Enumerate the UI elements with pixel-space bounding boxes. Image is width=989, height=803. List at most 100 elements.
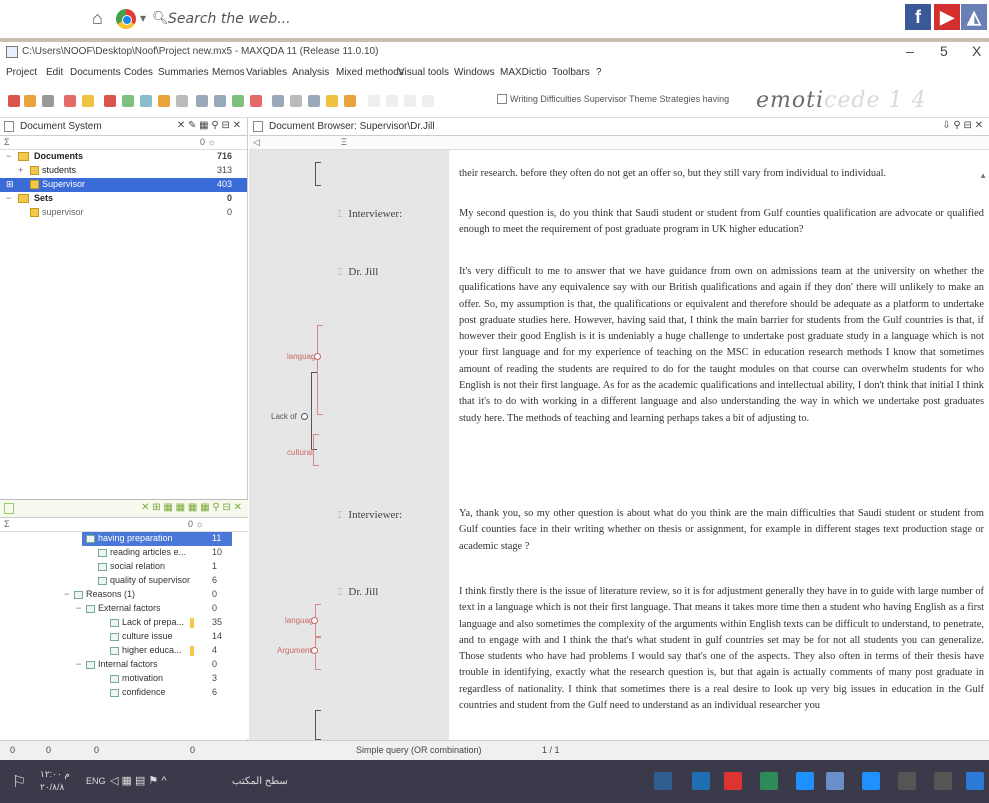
chrome-icon[interactable] [116,9,136,29]
toolbar-icon-5[interactable] [82,95,94,107]
menu-toolbars[interactable]: Toolbars [552,67,590,78]
toolbar-icon-23[interactable] [422,95,434,107]
coding-stripe[interactable] [315,710,321,740]
paragraph-0[interactable]: their research. before they often do not… [459,166,984,182]
start-icon[interactable] [966,772,984,790]
toolbar-icon-9[interactable] [158,95,170,107]
toolbar-icon-6[interactable] [104,95,116,107]
network-icon[interactable]: ⚐ [12,772,26,792]
word-icon[interactable] [692,772,710,790]
pdf-reader-icon[interactable] [724,772,742,790]
code-confidence[interactable]: confidence 6 [0,686,248,700]
search-taskbar-icon[interactable] [934,772,952,790]
task-view-icon[interactable] [898,772,916,790]
toolbar-icon-3[interactable] [42,95,54,107]
toolbar-icon-21[interactable] [386,95,398,107]
coding-stripe[interactable] [315,162,321,186]
toolbar-icon-15[interactable] [272,95,284,107]
coding-stripe[interactable] [317,325,323,415]
code-internal-factors[interactable]: − Internal factors 0 [0,658,248,672]
menu-project[interactable]: Project [6,67,37,78]
home-icon[interactable]: ⌂ [92,8,103,29]
toolbar-icon-17[interactable] [308,95,320,107]
toolbar-icon-10[interactable] [176,95,188,107]
toolbar-icon-4[interactable] [64,95,76,107]
menu-analysis[interactable]: Analysis [292,67,329,78]
code-reading-articles[interactable]: reading articles e... 10 [0,546,248,560]
code-reasons[interactable]: − Reasons (1) 0 [0,588,248,602]
menu-maxdictio[interactable]: MAXDictio [500,67,547,78]
pane-controls[interactable]: ⇩ ⚲ ⊟ ✕ [942,120,983,131]
menu-mixed-methods[interactable]: Mixed methods [336,67,404,78]
pane-controls[interactable]: ✕ ✎ ▦ ⚲ ⊟ ✕ [177,120,241,131]
code-culture-issue[interactable]: culture issue 14 [0,630,248,644]
menu-windows[interactable]: Windows [454,67,495,78]
toolbar-icon-1[interactable] [8,95,20,107]
excel-icon[interactable] [760,772,778,790]
code-marker[interactable] [301,413,308,420]
code-having-preparation[interactable]: having preparation 11 [0,532,248,546]
toolbar-icon-18[interactable] [326,95,338,107]
toolbar-icon-7[interactable] [122,95,134,107]
menu-codes[interactable]: Codes [124,67,153,78]
search-input[interactable]: Search the web... [168,11,291,27]
code-higher-education[interactable]: higher educa... 4 [0,644,248,658]
coding-stripe[interactable] [313,434,319,466]
close-button[interactable]: X [972,43,981,59]
menu-documents[interactable]: Documents [70,67,121,78]
scroll-up-icon[interactable]: ▲ [979,171,987,180]
memo-marker[interactable] [190,646,194,656]
query-mode[interactable]: Simple query (OR combination) [356,745,482,755]
menu-edit[interactable]: Edit [46,67,63,78]
menu-memos[interactable]: Memos [212,67,245,78]
tree-supervisor[interactable]: ⊞ Supervisor 403 [0,178,247,192]
dropdown-dot-icon[interactable]: ▾ [140,11,146,25]
ie-icon[interactable] [862,772,880,790]
toolbar-icon-22[interactable] [404,95,416,107]
toolbar-icon-19[interactable] [344,95,356,107]
menu-summaries[interactable]: Summaries [158,67,209,78]
code-marker[interactable] [311,647,318,654]
desktop-toolbar-label[interactable]: سطح المكتب [232,776,288,787]
code-marker[interactable] [314,353,321,360]
maxqda-taskbar-icon[interactable] [826,772,844,790]
code-marker[interactable] [311,617,318,624]
paragraph-1[interactable]: My second question is, do you think that… [459,206,984,239]
edge-icon[interactable] [796,772,814,790]
youtube-icon[interactable]: ▶ [934,4,960,30]
code-motivation[interactable]: motivation 3 [0,672,248,686]
facebook-icon[interactable]: f [905,4,931,30]
tree-sets[interactable]: − Sets 0 [0,192,247,206]
toolbar-icon-12[interactable] [214,95,226,107]
toolbar-icon-8[interactable] [140,95,152,107]
toolbar-icon-14[interactable] [250,95,262,107]
restore-button[interactable]: 5 [940,43,948,59]
coding-stripes-column[interactable]: language Lack of cultural language Argum… [249,150,449,740]
toolbar-icon-20[interactable] [368,95,380,107]
strategies-checkbox[interactable] [497,94,507,104]
tree-set-supervisor[interactable]: supervisor 0 [0,206,247,220]
paragraph-4[interactable]: I think firstly there is the issue of li… [459,584,984,740]
menu-variables[interactable]: Variables [246,67,287,78]
paragraph-2[interactable]: It's very difficult to me to answer that… [459,264,984,427]
code-lack-of-preparation[interactable]: Lack of prepa... 35 [0,616,248,630]
minimize-button[interactable]: – [906,43,914,59]
toolbar-icon-16[interactable] [290,95,302,107]
pane-controls[interactable]: ✕ ⊞ ▦ ▦ ▦ ▦ ⚲ ⊟ ✕ [141,502,242,513]
tray-icons[interactable]: ◁ ▦ ▤ ⚑ ^ [110,774,167,787]
memo-marker[interactable] [190,618,194,628]
tree-documents[interactable]: − Documents 716 [0,150,247,164]
menu-help[interactable]: ? [596,67,602,78]
paragraph-3[interactable]: Ya, thank you, so my other question is a… [459,506,984,555]
code-external-factors[interactable]: − External factors 0 [0,602,248,616]
menu-visual-tools[interactable]: Visual tools [398,67,449,78]
language-indicator[interactable]: ENG [86,776,106,786]
photos-icon[interactable] [654,772,672,790]
tree-students[interactable]: + students 313 [0,164,247,178]
toolbar-icon-2[interactable] [24,95,36,107]
code-social-relation[interactable]: social relation 1 [0,560,248,574]
toolbar-icon-13[interactable] [232,95,244,107]
code-quality-of-supervisor[interactable]: quality of supervisor 6 [0,574,248,588]
toolbar-icon-11[interactable] [196,95,208,107]
app-icon[interactable]: ◭ [961,4,987,30]
